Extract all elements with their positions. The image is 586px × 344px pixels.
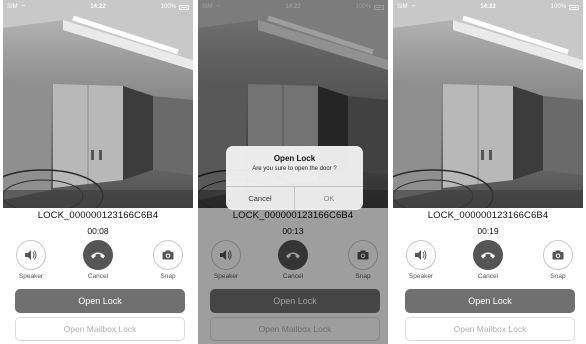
open-mailbox-lock-button[interactable]: Open Mailbox Lock [15,317,185,341]
speaker-control[interactable]: Speaker [404,240,438,280]
battery-icon [179,4,189,10]
cancel-label: Cancel [477,273,499,280]
snap-control[interactable]: Snap [541,240,575,280]
status-bar: SIM ⌔ 14:22 100% [393,0,583,14]
speaker-control[interactable]: Speaker [14,240,48,280]
snap-button[interactable] [543,240,573,270]
phone-screen-2: SIM ⌔ 14:22 100% LOCK_000000123166C6B4 0… [198,0,388,344]
camera-scene [3,0,193,208]
cancel-control[interactable]: Cancel [471,240,505,280]
open-lock-button[interactable]: Open Lock [15,289,185,313]
snap-label: Snap [160,273,176,280]
dialog-message: Are you sure to open the door ? [252,166,337,172]
phone-hangup-icon [481,252,495,259]
speaker-button[interactable] [406,240,436,270]
camera-feed [393,0,583,208]
snap-button[interactable] [153,240,183,270]
dialog-ok-button[interactable]: OK [294,187,363,210]
hangup-button[interactable] [473,240,503,270]
camera-scene [393,0,583,208]
cancel-control[interactable]: Cancel [81,240,115,280]
cancel-label: Cancel [87,273,109,280]
camera-feed [3,0,193,208]
speaker-icon [415,250,427,260]
phone-screen-1: SIM ⌔ 14:22 100% LOCK_000000123166C6B4 0… [3,0,193,344]
dialog-title: Open Lock [273,154,316,163]
lock-name: LOCK_000000123166C6B4 [427,210,549,221]
status-time: 14:22 [480,4,496,10]
camera-icon [162,250,174,260]
call-timer: 00:19 [477,226,499,236]
open-lock-dialog: Open Lock Are you sure to open the door … [226,146,363,210]
status-time: 14:22 [90,4,106,10]
battery-icon [569,4,579,10]
snap-control[interactable]: Snap [151,240,185,280]
dialog-button-row: Cancel OK [226,186,363,210]
phone-screen-3: SIM ⌔ 14:22 100% LOCK_000000123166C6B4 0… [393,0,583,344]
open-mailbox-lock-button[interactable]: Open Mailbox Lock [405,317,575,341]
snap-label: Snap [550,273,566,280]
speaker-icon [25,250,37,260]
lock-name: LOCK_000000123166C6B4 [37,210,159,221]
call-timer: 00:08 [87,226,109,236]
dialog-cancel-button[interactable]: Cancel [226,187,294,210]
open-lock-button[interactable]: Open Lock [405,289,575,313]
camera-icon [552,250,564,260]
speaker-label: Speaker [18,273,44,280]
speaker-button[interactable] [16,240,46,270]
status-bar: SIM ⌔ 14:22 100% [3,0,193,14]
speaker-label: Speaker [408,273,434,280]
hangup-button[interactable] [83,240,113,270]
phone-hangup-icon [91,252,105,259]
